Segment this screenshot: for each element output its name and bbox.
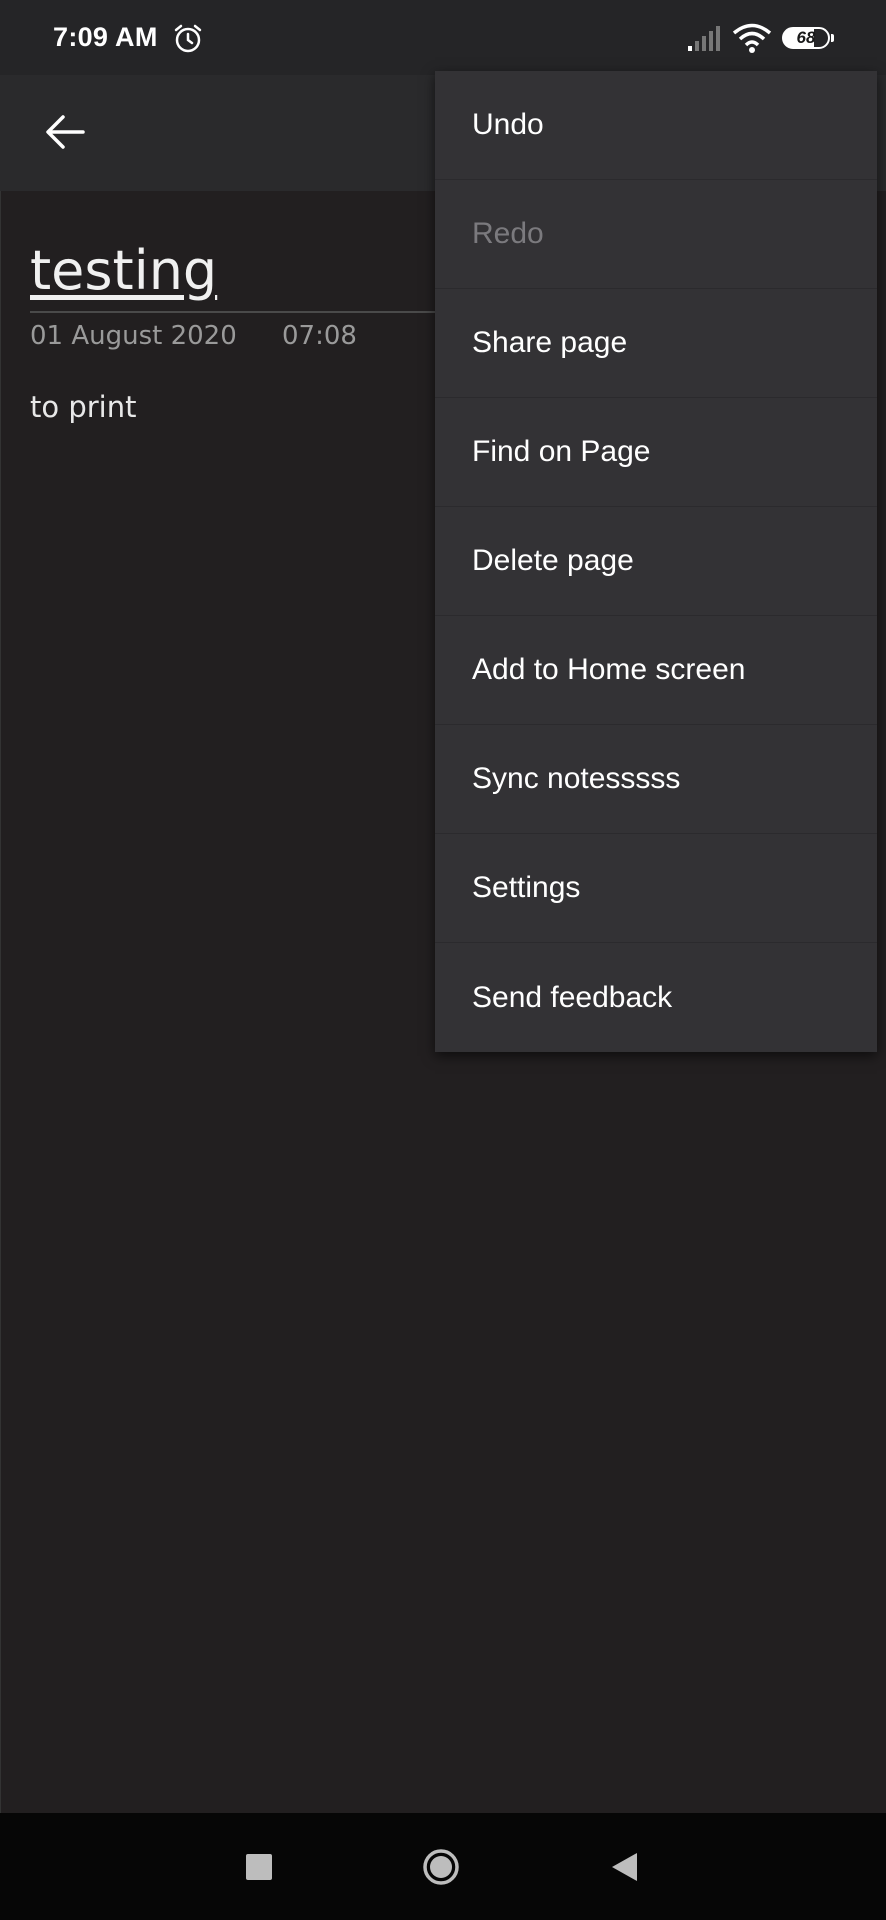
status-time: 7:09 AM [53, 22, 158, 52]
menu-item-send-feedback[interactable]: Send feedback [435, 943, 877, 1052]
overflow-menu: Undo Redo Share page Find on Page Delete… [435, 71, 877, 1052]
status-bar: 7:09 AM 68 [0, 0, 886, 75]
recent-apps-icon[interactable] [246, 1854, 272, 1880]
title-divider [30, 311, 450, 313]
signal-icon [688, 26, 720, 51]
menu-item-share-page[interactable]: Share page [435, 289, 877, 398]
note-time: 07:08 [282, 321, 357, 351]
menu-item-settings[interactable]: Settings [435, 834, 877, 943]
battery-tip [831, 34, 834, 42]
system-nav-bar [0, 1813, 886, 1920]
wifi-icon [732, 23, 772, 53]
back-button[interactable] [30, 97, 100, 167]
note-title[interactable]: testing [30, 239, 217, 302]
home-icon[interactable] [422, 1848, 460, 1886]
battery-level: 68 [796, 28, 816, 47]
menu-item-add-to-home-screen[interactable]: Add to Home screen [435, 616, 877, 725]
note-date: 01 August 2020 [30, 321, 237, 351]
menu-item-undo[interactable]: Undo [435, 71, 877, 180]
menu-item-delete-page[interactable]: Delete page [435, 507, 877, 616]
note-body[interactable]: to print [30, 390, 136, 424]
menu-item-find-on-page[interactable]: Find on Page [435, 398, 877, 507]
alarm-icon [174, 24, 202, 53]
menu-item-redo[interactable]: Redo [435, 180, 877, 289]
back-icon[interactable] [609, 1851, 639, 1883]
battery-icon: 68 [782, 27, 834, 51]
arrow-left-icon [46, 115, 85, 149]
menu-item-sync-notes[interactable]: Sync notesssss [435, 725, 877, 834]
